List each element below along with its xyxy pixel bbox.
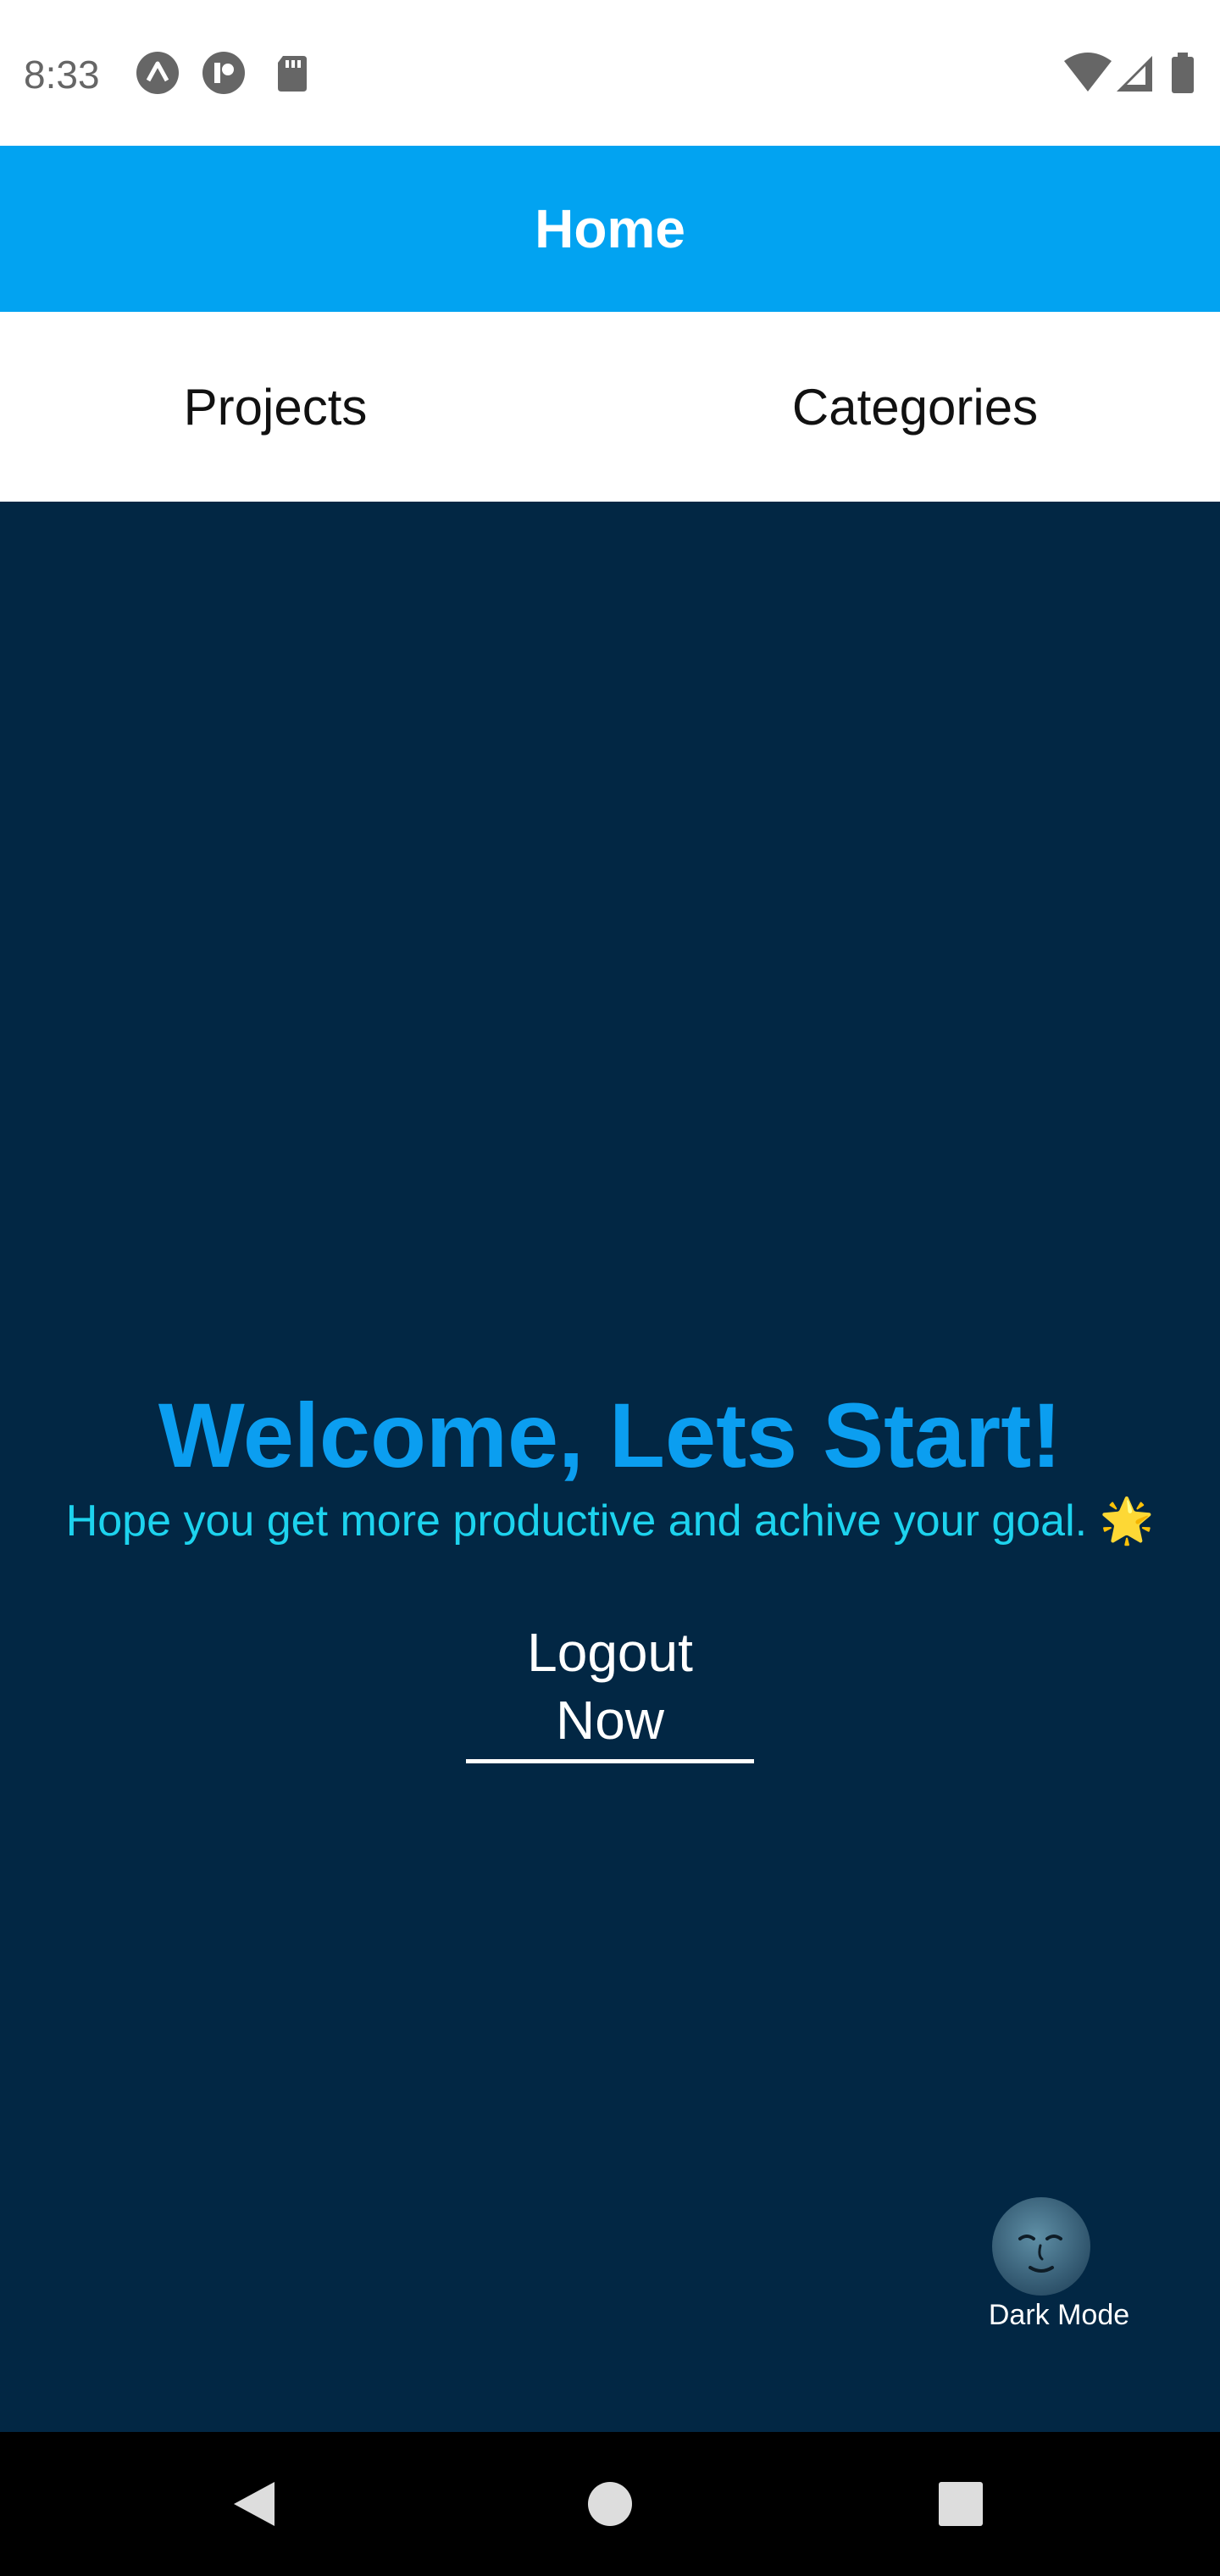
logout-button[interactable]: Logout Now bbox=[466, 1618, 754, 1763]
tab-categories[interactable]: Categories bbox=[618, 312, 1212, 502]
page-title: Home bbox=[535, 198, 685, 259]
tab-projects[interactable]: Projects bbox=[0, 312, 551, 502]
recents-icon[interactable] bbox=[927, 2470, 995, 2538]
dark-mode-toggle[interactable]: Dark Mode bbox=[974, 2196, 1144, 2331]
custom-app-icon bbox=[202, 52, 245, 94]
battery-icon bbox=[1172, 53, 1194, 93]
signal-icon bbox=[1117, 56, 1152, 92]
system-nav-bar bbox=[0, 2432, 1220, 2576]
wifi-icon bbox=[1064, 53, 1112, 92]
expo-icon bbox=[136, 52, 179, 94]
moon-icon bbox=[992, 2197, 1090, 2296]
tab-bar: Projects Categories bbox=[0, 312, 1220, 502]
dark-mode-label: Dark Mode bbox=[988, 2299, 1130, 2331]
status-time: 8:33 bbox=[24, 53, 100, 97]
main-content: Welcome, Lets Start! Hope you get more p… bbox=[0, 502, 1220, 2432]
back-icon[interactable] bbox=[222, 2470, 290, 2538]
welcome-subtitle: Hope you get more productive and achive … bbox=[65, 1496, 1155, 1546]
app-header: Home bbox=[0, 146, 1220, 312]
welcome-title: Welcome, Lets Start! bbox=[158, 1384, 1062, 1486]
sd-card-icon bbox=[278, 56, 307, 92]
status-bar: 8:33 bbox=[0, 0, 1220, 146]
home-icon[interactable] bbox=[576, 2470, 644, 2538]
